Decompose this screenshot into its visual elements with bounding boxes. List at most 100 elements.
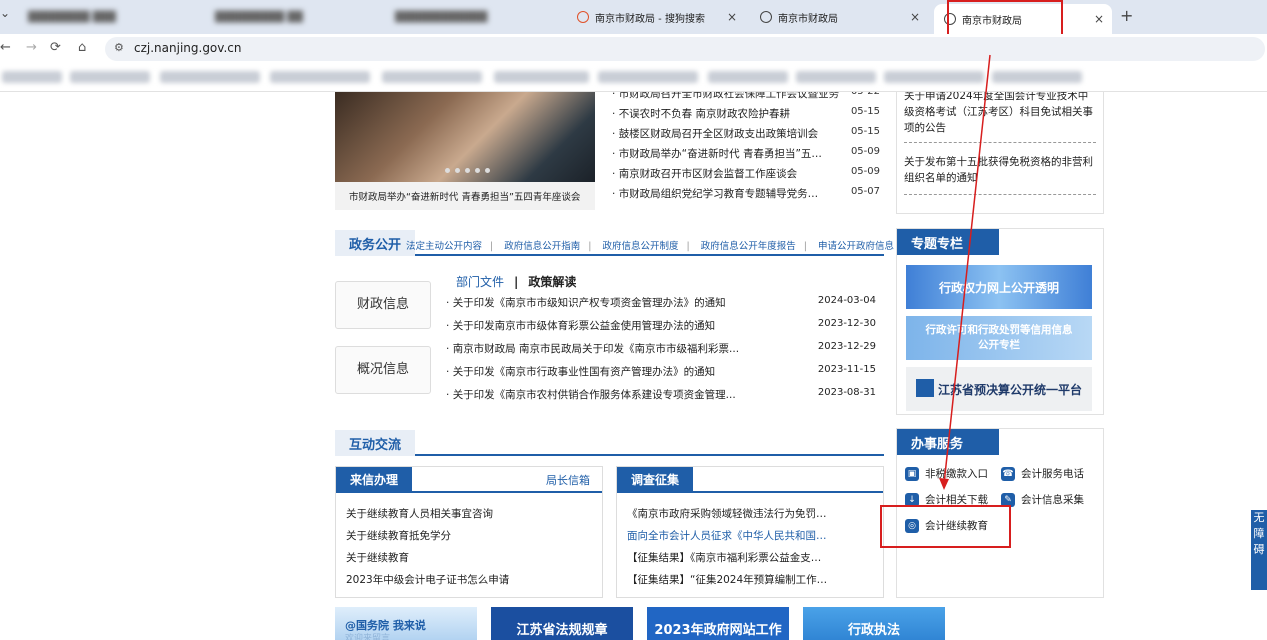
banner-text: 行政权力网上公开透明 [938, 281, 1059, 295]
letters-panel: 来信办理 局长信箱 关于继续教育人员相关事宜咨询 关于继续教育抵免学分 关于继续… [335, 466, 603, 598]
bookmark-blurred[interactable] [494, 71, 589, 83]
survey-item[interactable]: 【征集结果】“征集2024年预算编制工作… [627, 572, 877, 587]
doc-title: · 关于印发《南京市农村供销合作服务体系建设专项资金管理... [446, 389, 736, 401]
news-title: · 市财政局召开全市财政社会保障工作会议暨业务… [612, 92, 840, 100]
sogou-icon [577, 11, 589, 23]
tab-label: ████████ ███ [28, 11, 116, 23]
banner-power-transparency[interactable]: 行政权力网上公开透明 [906, 265, 1092, 309]
browser-tab-blurred-1[interactable]: ████████ ███ [18, 4, 178, 30]
letter-item[interactable]: 关于继续教育 [346, 550, 409, 565]
news-item[interactable]: · 不误农时不负春 南京财政农险护春耕 05-15 [612, 106, 882, 126]
zhuanti-header: 专题专栏 [897, 229, 1103, 255]
page-content: 市财政局举办“奋进新时代 青春勇担当”五四青年座谈会 · 市财政局召开全市财政社… [0, 92, 1267, 640]
banner-subtext: 欢迎来留言 [345, 634, 391, 640]
banner-text: 江苏省法规规章 [516, 623, 608, 638]
survey-item[interactable]: 《南京市政府采购领域轻微违法行为免罚… [627, 506, 877, 521]
zhengwu-link[interactable]: 法定主动公开内容 [406, 241, 482, 252]
bookmark-blurred[interactable] [70, 71, 150, 83]
new-tab-icon[interactable]: + [1120, 6, 1133, 25]
survey-item[interactable]: 面向全市会计人员征求《中华人民共和国… [627, 528, 877, 543]
banner-credit-info[interactable]: 行政许可和行政处罚等信用信息公开专栏 [906, 316, 1092, 360]
site-info-icon[interactable]: ⚙ [114, 41, 124, 54]
gaikuang-info-button[interactable]: 概况信息 [335, 346, 431, 394]
bookmark-blurred[interactable] [884, 71, 984, 83]
letter-item[interactable]: 关于继续教育抵免学分 [346, 528, 451, 543]
bookmark-blurred[interactable] [382, 71, 482, 83]
zhengwu-link[interactable]: 申请公开政府信息 [818, 241, 894, 252]
banner-law-enforcement[interactable]: 行政执法 [803, 607, 945, 640]
news-date: 05-07 [850, 186, 880, 197]
close-tab-icon[interactable]: × [1094, 12, 1104, 26]
news-date: 05-09 [850, 146, 880, 157]
tab-zhengce-jiedu[interactable]: 政策解读 [528, 275, 576, 289]
bookmark-blurred[interactable] [598, 71, 698, 83]
caizheng-info-button[interactable]: 财政信息 [335, 281, 431, 329]
doc-date: 2024-03-04 [817, 295, 876, 306]
tab-list-chevron-icon[interactable]: ⌄ [0, 6, 10, 20]
banner-website-report[interactable]: 2023年政府网站工作 [647, 607, 789, 640]
banner-jiangsu-budget[interactable]: 江苏省预决算公开统一平台 [906, 367, 1092, 411]
news-item[interactable]: · 南京财政召开市区财会监督工作座谈会 05-09 [612, 166, 882, 186]
hudong-header: 互动交流 [335, 430, 884, 456]
director-mailbox-link[interactable]: 局长信箱 [546, 472, 590, 488]
survey-item[interactable]: 【征集结果】《南京市福利彩票公益金支… [627, 550, 877, 565]
letter-item[interactable]: 关于继续教育人员相关事宜咨询 [346, 506, 493, 521]
news-item[interactable]: · 市财政局召开全市财政社会保障工作会议暨业务…05-22 [612, 92, 882, 106]
service-accounting-phone[interactable]: ☎ 会计服务电话 [1001, 466, 1084, 481]
banner-text: 行政许可和行政处罚等信用信息公开专栏 [925, 324, 1073, 351]
news-date: 05-22 [840, 92, 880, 106]
browser-tab-sogou[interactable]: 南京市财政局 - 搜狗搜索 × [567, 4, 745, 30]
service-nontax-payment[interactable]: ▣ 非税缴款入口 [905, 466, 988, 481]
letter-item[interactable]: 2023年中级会计电子证书怎么申请 [346, 572, 509, 587]
news-item[interactable]: · 市财政局举办“奋进新时代 青春勇担当”五… 05-09 [612, 146, 882, 166]
service-accounting-info-collect[interactable]: ✎ 会计信息采集 [1001, 492, 1084, 507]
browser-tab-blurred-2[interactable]: █████████ ██ [205, 4, 365, 30]
browser-tab-czj-1[interactable]: 南京市财政局 × [750, 4, 928, 30]
news-photo-caption[interactable]: 市财政局举办“奋进新时代 青春勇担当”五四青年座谈会 [335, 182, 595, 210]
news-item[interactable]: · 鼓楼区财政局召开全区财政支出政策培训会 05-15 [612, 126, 882, 146]
news-title: · 市财政局举办“奋进新时代 青春勇担当”五… [612, 148, 822, 160]
reload-icon[interactable]: ⟳ [50, 40, 61, 55]
browser-tab-blurred-3[interactable]: ████████████ [385, 4, 545, 30]
news-item[interactable]: · 市财政局组织党纪学习教育专题辅导党务… 05-07 [612, 186, 882, 206]
divider [617, 491, 883, 493]
doc-title: · 关于印发《南京市市级知识产权专项资金管理办法》的通知 [446, 297, 726, 309]
tab-bumen-wenjian[interactable]: 部门文件 [456, 275, 504, 289]
zhengwu-link[interactable]: 政府信息公开指南 [504, 241, 580, 252]
notice-link[interactable]: 关于发布第十五批获得免税资格的非营利组织名单的通知 [904, 154, 1098, 186]
doc-row[interactable]: · 关于印发《南京市行政事业性国有资产管理办法》的通知 2023-11-15 [446, 364, 876, 382]
forward-icon[interactable]: → [26, 40, 37, 55]
url-text[interactable]: czj.nanjing.gov.cn [134, 41, 241, 55]
zhengwu-link[interactable]: 政府信息公开年度报告 [701, 241, 796, 252]
doc-row[interactable]: · 关于印发南京市市级体育彩票公益金使用管理办法的通知 2023-12-30 [446, 318, 876, 336]
survey-panel: 调查征集 《南京市政府采购领域轻微违法行为免罚… 面向全市会计人员征求《中华人民… [616, 466, 884, 598]
doc-row[interactable]: · 南京市财政局 南京市民政局关于印发《南京市市级福利彩票... 2023-12-… [446, 341, 876, 359]
carousel-dots[interactable] [445, 168, 490, 173]
accessibility-tab[interactable]: 无障碍 [1251, 510, 1267, 590]
zhengwu-link[interactable]: 政府信息公开制度 [603, 241, 679, 252]
bookmark-blurred[interactable] [270, 71, 370, 83]
bookmark-blurred[interactable] [160, 71, 260, 83]
zhengwu-title: 政务公开 [335, 230, 416, 256]
bookmark-blurred[interactable] [2, 71, 62, 83]
back-icon[interactable]: ← [0, 40, 11, 55]
bookmark-blurred[interactable] [708, 71, 788, 83]
jiangsu-logo-icon [916, 379, 934, 397]
zhuanti-title: 专题专栏 [897, 229, 999, 255]
close-tab-icon[interactable]: × [727, 10, 737, 24]
doc-row[interactable]: · 关于印发《南京市市级知识产权专项资金管理办法》的通知 2024-03-04 [446, 295, 876, 313]
close-tab-icon[interactable]: × [910, 10, 920, 24]
banner-jiangsu-regulations[interactable]: 江苏省法规规章 [491, 607, 633, 640]
doc-row[interactable]: · 关于印发《南京市农村供销合作服务体系建设专项资金管理... 2023-08-3… [446, 387, 876, 405]
doc-date: 2023-12-29 [817, 341, 876, 352]
bookmark-blurred[interactable] [796, 71, 876, 83]
notice-link[interactable]: 关于申请2024年度全国会计专业技术中级资格考试（江苏考区）科目免试相关事项的公… [904, 92, 1098, 138]
tab-label: 南京市财政局 - 搜狗搜索 [595, 13, 705, 25]
bookmark-blurred[interactable] [992, 71, 1082, 83]
globe-icon [760, 11, 772, 23]
banner-state-council[interactable]: @国务院 我来说 欢迎来留言 [335, 607, 477, 640]
home-icon[interactable]: ⌂ [78, 40, 86, 55]
doc-date: 2023-11-15 [817, 364, 876, 375]
url-box[interactable] [105, 37, 1265, 61]
news-date: 05-09 [850, 166, 880, 177]
